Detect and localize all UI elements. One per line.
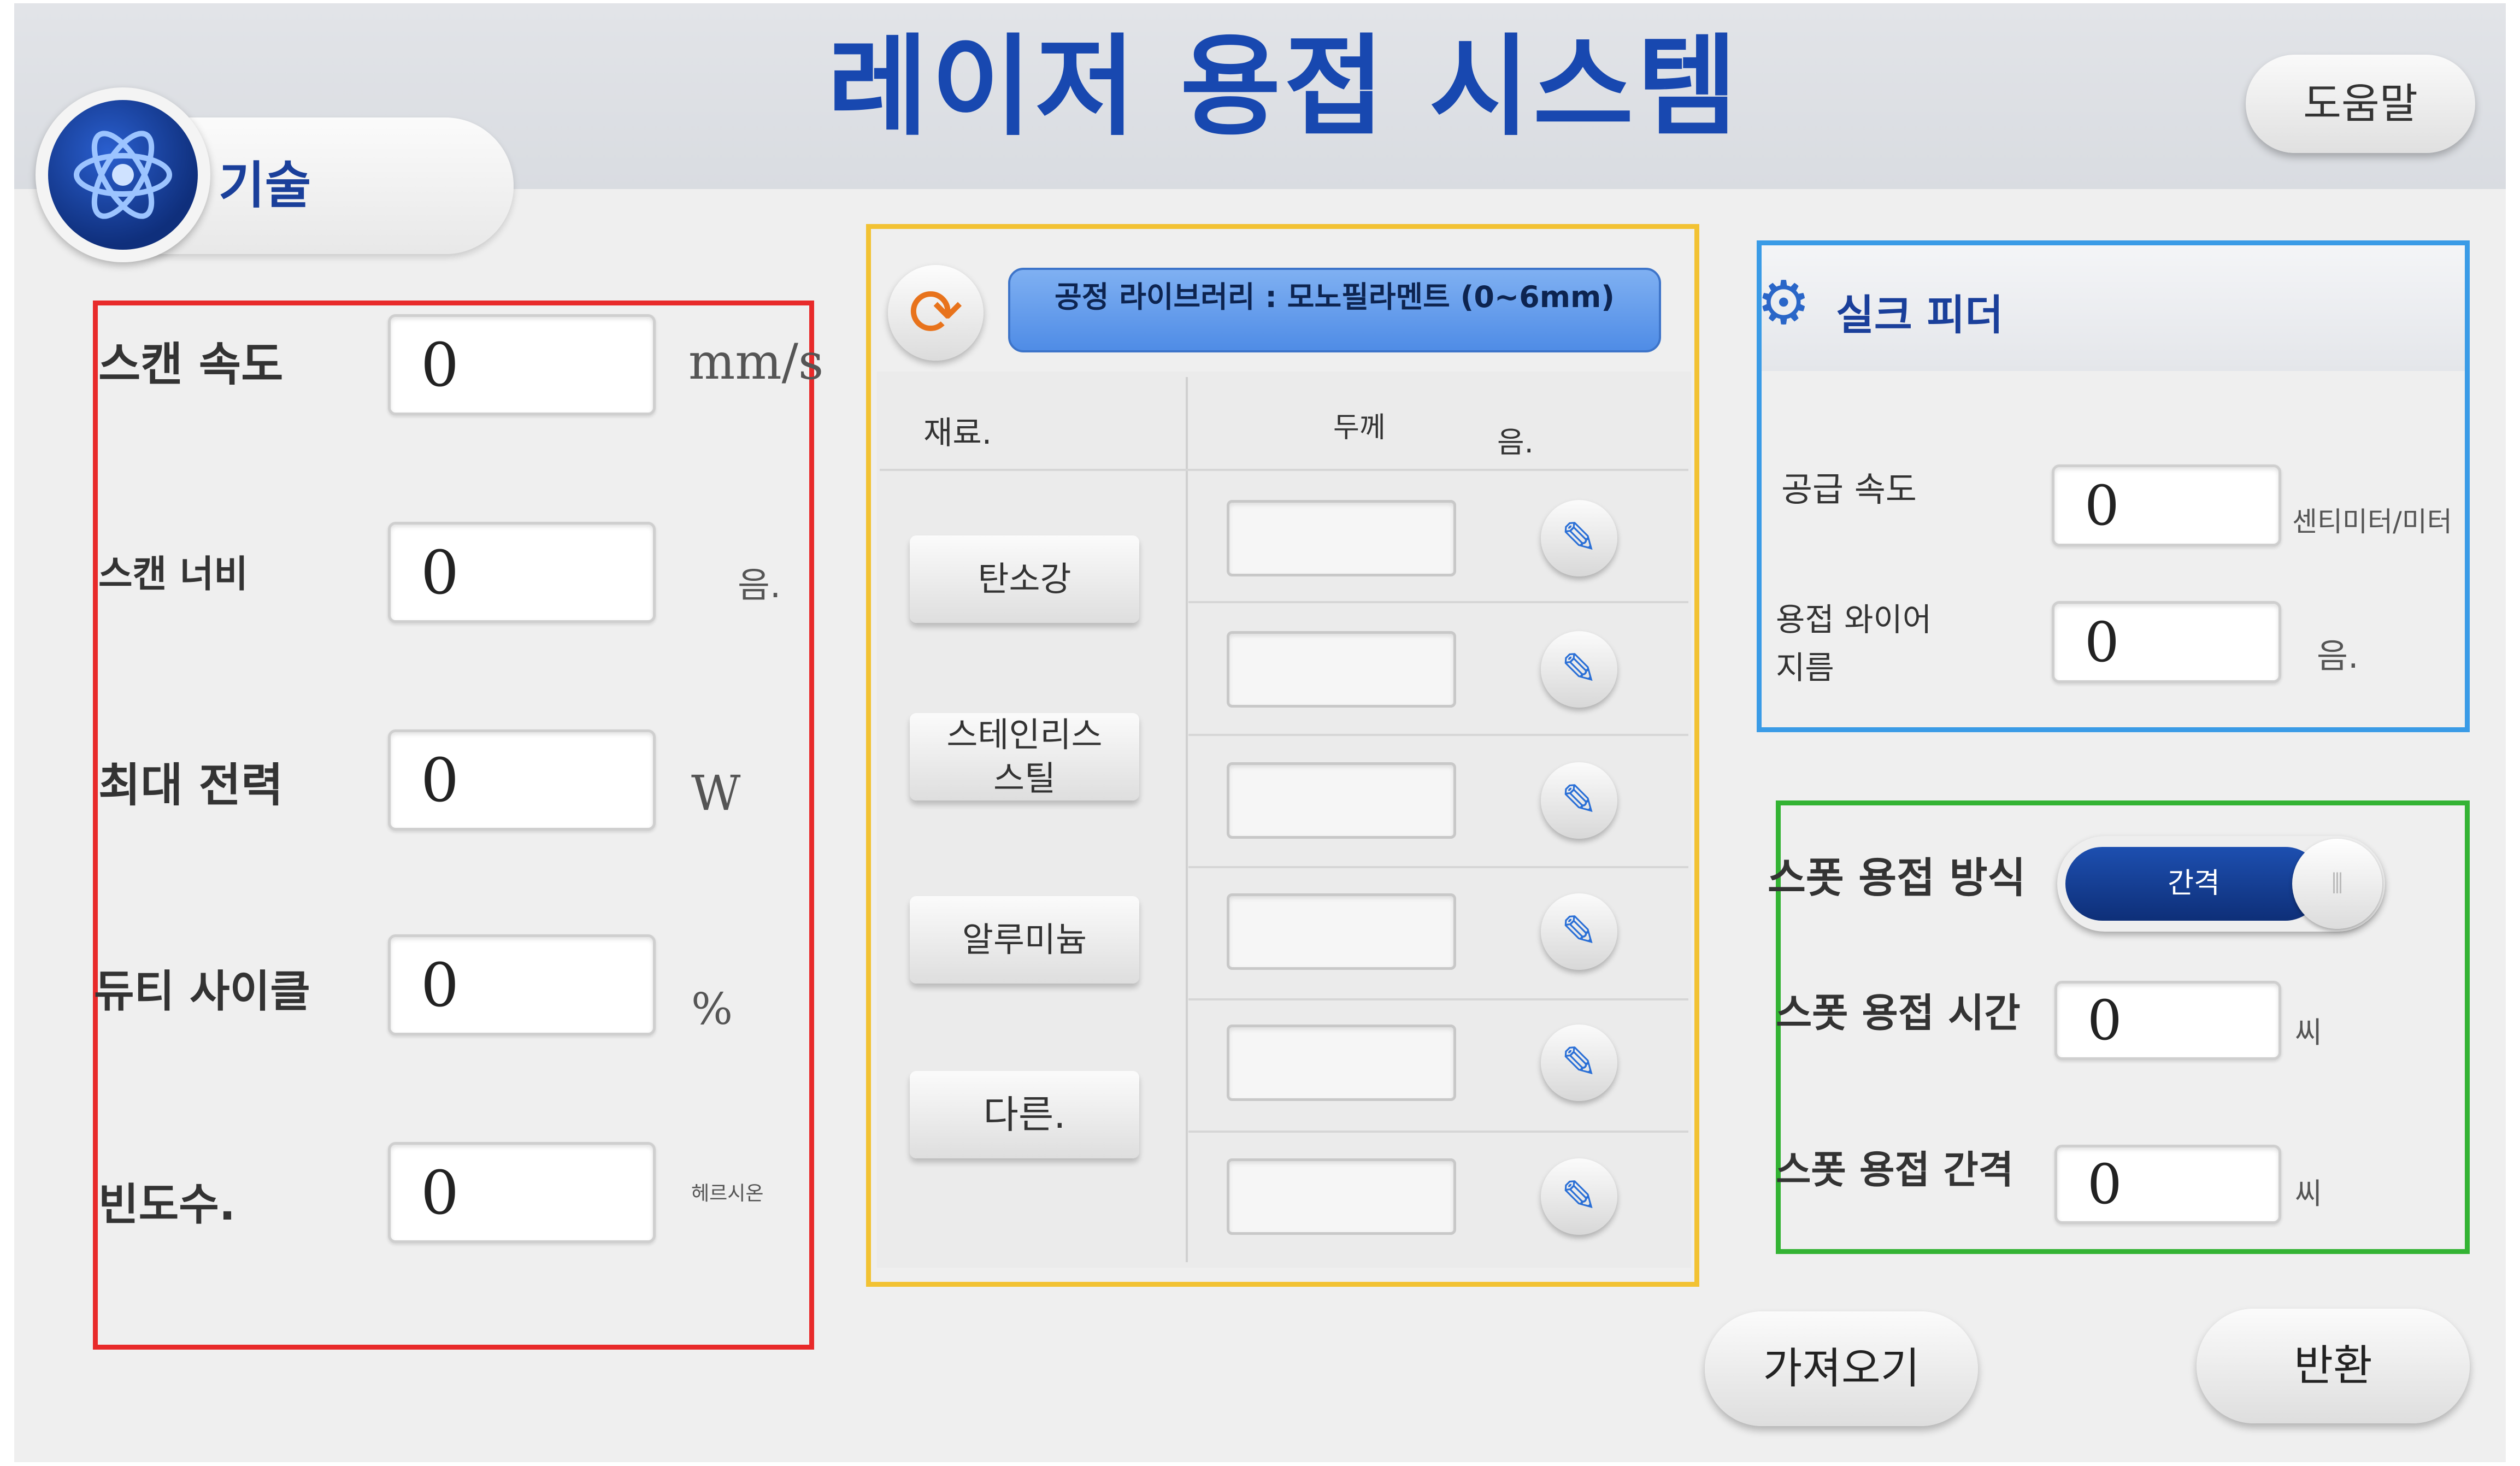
row-divider bbox=[1188, 601, 1688, 603]
duty-cycle-unit: % bbox=[691, 984, 733, 1034]
edit-icon[interactable]: ✎ bbox=[1541, 762, 1617, 839]
edit-icon[interactable]: ✎ bbox=[1541, 500, 1617, 576]
scan-width-label: 스캔 너비 bbox=[98, 553, 248, 596]
spot-interval-input[interactable]: 0 bbox=[2054, 1145, 2281, 1224]
duty-cycle-label: 듀티 사이클 bbox=[94, 966, 310, 1017]
row-divider bbox=[1188, 1131, 1688, 1133]
spot-interval-label: 스폿 용접 간격 bbox=[1776, 1147, 2014, 1192]
wire-diameter-label: 용접 와이어 지름 bbox=[1776, 601, 1932, 686]
thickness-input[interactable] bbox=[1227, 631, 1456, 708]
max-power-unit: W bbox=[691, 765, 741, 821]
header-divider bbox=[880, 469, 1688, 471]
feed-speed-unit: 센티미터/미터 bbox=[2292, 506, 2452, 538]
gear-icon: ⚙ bbox=[1757, 268, 1811, 338]
scan-width-input[interactable]: 0 bbox=[388, 522, 656, 623]
page-title: 레이저 용접 시스템 bbox=[827, 23, 1741, 151]
library-title-bar[interactable]: 공정 라이브러리 : 모노필라멘트 (0~6mm) bbox=[1008, 268, 1661, 352]
spot-mode-value[interactable]: 간격 bbox=[2065, 847, 2322, 921]
toggle-knob-icon[interactable]: ⦀ bbox=[2292, 839, 2382, 929]
edit-icon[interactable]: ✎ bbox=[1541, 1158, 1617, 1235]
material-aluminum-button[interactable]: 알루미늄 bbox=[910, 896, 1139, 984]
thickness-input[interactable] bbox=[1227, 1158, 1456, 1235]
edit-icon[interactable]: ✎ bbox=[1541, 631, 1617, 708]
refresh-icon[interactable]: ⟳ bbox=[888, 265, 984, 361]
scan-width-unit: 음. bbox=[738, 566, 781, 606]
spot-time-unit: 씨 bbox=[2295, 1015, 2322, 1050]
return-button[interactable]: 반환 bbox=[2197, 1309, 2470, 1423]
thickness-input[interactable] bbox=[1227, 500, 1456, 576]
thickness-input[interactable] bbox=[1227, 1025, 1456, 1101]
row-divider bbox=[1188, 998, 1688, 1000]
feed-speed-label: 공급 속도 bbox=[1781, 469, 1917, 509]
edit-icon[interactable]: ✎ bbox=[1541, 1025, 1617, 1101]
frequency-input[interactable]: 0 bbox=[388, 1142, 656, 1243]
scan-speed-input[interactable]: 0 bbox=[388, 314, 656, 415]
wire-diameter-input[interactable]: 0 bbox=[2052, 601, 2281, 683]
atom-icon bbox=[48, 100, 198, 250]
thickness-column-header: 두께 bbox=[1333, 411, 1386, 444]
tech-label: 기술 bbox=[219, 156, 311, 215]
row-divider bbox=[1188, 734, 1688, 736]
scan-speed-label: 스캔 속도 bbox=[98, 338, 284, 391]
wire-diameter-unit: 음. bbox=[2317, 636, 2359, 676]
spot-time-label: 스폿 용접 시간 bbox=[1776, 990, 2021, 1036]
material-other-button[interactable]: 다른. bbox=[910, 1071, 1139, 1158]
help-button[interactable]: 도움말 bbox=[2246, 55, 2475, 153]
spot-interval-unit: 씨 bbox=[2295, 1176, 2322, 1211]
max-power-label: 최대 전력 bbox=[98, 758, 284, 812]
scan-speed-unit: mm/s bbox=[688, 333, 824, 391]
duty-cycle-input[interactable]: 0 bbox=[388, 934, 656, 1035]
edit-icon[interactable]: ✎ bbox=[1541, 893, 1617, 970]
frequency-label: 빈도수. bbox=[98, 1179, 236, 1230]
max-power-input[interactable]: 0 bbox=[388, 729, 656, 831]
thickness-input[interactable] bbox=[1227, 762, 1456, 839]
material-carbon-steel-button[interactable]: 탄소강 bbox=[910, 535, 1139, 623]
unit-column-header: 음. bbox=[1497, 425, 1534, 460]
row-divider bbox=[1188, 866, 1688, 868]
spot-mode-label: 스폿 용접 방식 bbox=[1768, 853, 2026, 902]
spot-time-input[interactable]: 0 bbox=[2054, 981, 2281, 1060]
thickness-input[interactable] bbox=[1227, 893, 1456, 970]
column-divider bbox=[1186, 377, 1188, 1262]
import-button[interactable]: 가져오기 bbox=[1705, 1311, 1978, 1426]
frequency-unit: 헤르시온 bbox=[691, 1182, 764, 1205]
feed-speed-input[interactable]: 0 bbox=[2052, 464, 2281, 546]
material-stainless-steel-button[interactable]: 스테인리스 스틸 bbox=[910, 713, 1139, 800]
wire-feeder-title: 실크 피더 bbox=[1836, 291, 2004, 339]
material-column-header: 재료. bbox=[923, 414, 992, 451]
